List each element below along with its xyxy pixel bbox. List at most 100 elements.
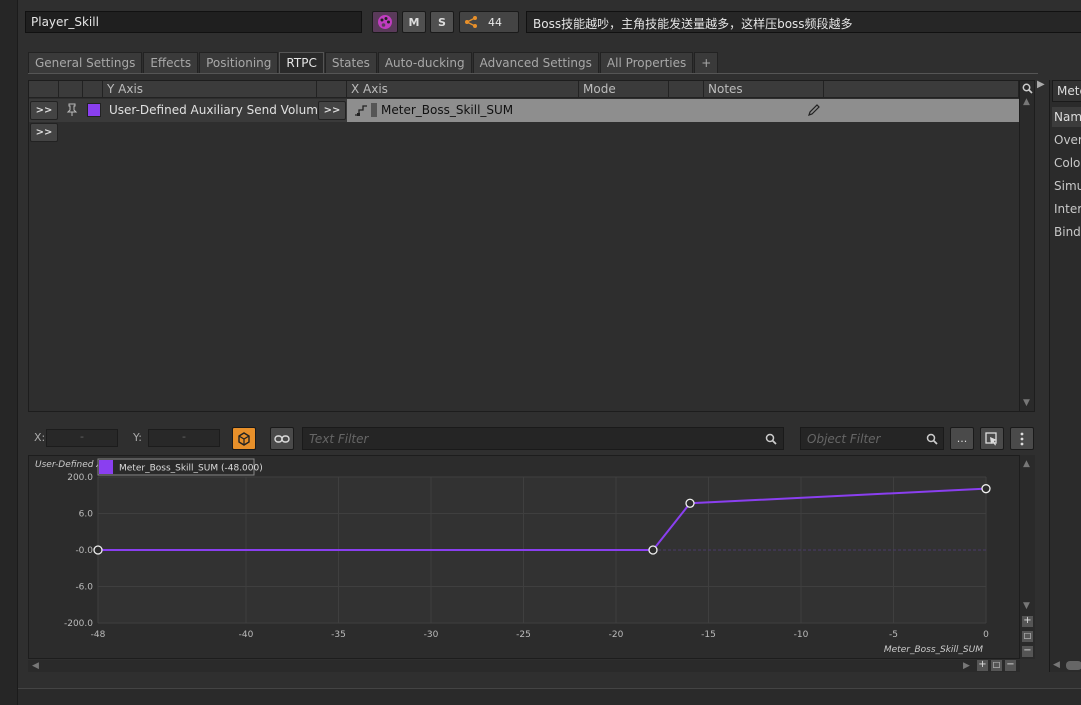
zoom-in-y-button[interactable]: + (1022, 616, 1033, 627)
y-axis-picker-button[interactable]: >> (318, 101, 346, 120)
zoom-out-y-button[interactable]: − (1022, 646, 1033, 657)
tab-advanced-settings[interactable]: Advanced Settings (472, 52, 599, 73)
y-tick-label: -200.0 (64, 619, 93, 629)
rtpc-graph[interactable]: -48 -40 -35 -30 -25 -20 -15 -10 -5 0 200.0 6.0 -0.0… (28, 455, 1020, 659)
rtpc-graph-canvas[interactable]: -48 -40 -35 -30 -25 -20 -15 -10 -5 0 200.0 6.0 -0.0… (29, 456, 1021, 660)
edit-pencil-icon[interactable] (807, 103, 821, 117)
header-y-axis[interactable]: Y Axis (103, 81, 317, 98)
tab-general-settings[interactable]: General Settings (28, 52, 143, 73)
mute-button[interactable]: M (402, 11, 426, 33)
graph-options-button[interactable] (1010, 427, 1034, 450)
zoom-fit-y-button[interactable]: □ (1022, 631, 1033, 642)
x-tick-label: -25 (516, 630, 531, 640)
tab-rtpc[interactable]: RTPC (279, 52, 324, 73)
object-filter-search-icon[interactable] (926, 433, 938, 445)
x-tick-label: -30 (424, 630, 439, 640)
pin-icon[interactable] (66, 103, 78, 117)
palette-icon (378, 15, 392, 29)
view-selection-button[interactable] (980, 427, 1004, 450)
y-coordinate-field[interactable]: - (148, 429, 220, 447)
header-x-axis[interactable]: X Axis (347, 81, 579, 98)
rtpc-table: Y Axis X Axis Mode Notes >> User-Defined… (28, 80, 1035, 412)
curve-control-point[interactable] (685, 498, 695, 508)
object-filter-browse-button[interactable]: ... (950, 427, 974, 450)
y-axis-property[interactable]: User-Defined Auxiliary Send Volume 0 (109, 103, 337, 117)
link-button[interactable] (270, 427, 294, 450)
left-dock-strip (0, 0, 18, 705)
x-tick-label: -35 (331, 630, 346, 640)
references-button[interactable]: 44 (459, 11, 519, 33)
y-axis-label: User-Defined Au (35, 460, 109, 470)
row-expand-button[interactable]: >> (30, 101, 58, 120)
tab-divider (28, 73, 1038, 74)
bottom-bar (18, 688, 1081, 705)
zoom-in-x-button[interactable]: + (977, 660, 988, 671)
sync-objects-button[interactable] (232, 427, 256, 450)
right-item-override[interactable]: Over (1054, 133, 1081, 147)
text-filter-input[interactable]: Text Filter (302, 427, 784, 450)
color-palette-button[interactable] (372, 11, 398, 33)
text-filter-search-icon[interactable] (765, 433, 777, 445)
selection-view-icon (985, 431, 997, 445)
object-filter-input[interactable]: Object Filter (800, 427, 944, 450)
header-mode[interactable]: Mode (579, 81, 669, 98)
graph-horizontal-scrollbar[interactable]: ◀ ▶ + □ − (28, 660, 1020, 672)
object-header: Player_Skill M S 44 Boss技能越吵，主角技能发送量越多，这… (22, 8, 1081, 36)
search-icon[interactable] (1022, 83, 1033, 94)
right-item-simulation[interactable]: Simu (1054, 179, 1081, 193)
right-item-interpolation[interactable]: Inter (1054, 202, 1081, 216)
notes-field[interactable]: Boss技能越吵，主角技能发送量越多，这样压boss频段越多 (526, 11, 1081, 33)
zoom-fit-x-button[interactable]: □ (991, 660, 1002, 671)
tab-all-properties[interactable]: All Properties (599, 52, 694, 73)
graph-scroll-right-icon[interactable]: ▶ (963, 661, 970, 671)
table-vertical-scrollbar[interactable]: ▲ ▼ (1019, 81, 1034, 411)
table-row[interactable]: >> User-Defined Auxiliary Send Volume 0 … (29, 99, 1019, 122)
graph-toolbar: X: - Y: - Text Filter Object Filter ... (28, 425, 1035, 453)
x-coordinate-label: X: (34, 431, 46, 444)
curve-control-point[interactable] (93, 545, 103, 555)
x-tick-label: -5 (889, 630, 898, 640)
y-coordinate-label: Y: (133, 431, 142, 444)
x-tick-label: -15 (701, 630, 716, 640)
right-item-color[interactable]: Colo (1054, 156, 1081, 170)
x-tick-label: -40 (239, 630, 254, 640)
curve-control-point[interactable] (981, 484, 991, 494)
share-network-icon (465, 16, 477, 28)
right-item-bind[interactable]: Bind (1054, 225, 1081, 239)
object-name-field[interactable]: Player_Skill (25, 11, 362, 33)
header-notes[interactable]: Notes (704, 81, 824, 98)
x-axis-cell[interactable]: Meter_Boss_Skill_SUM (347, 99, 1019, 122)
curve-color-swatch[interactable] (87, 103, 101, 117)
graph-scroll-down-icon[interactable]: ▼ (1023, 601, 1030, 611)
right-properties-panel: Mete Nam Over Colo Simu Inter Bind ◀ (1049, 80, 1081, 672)
right-panel-scroll-thumb[interactable] (1066, 661, 1081, 670)
graph-scroll-up-icon[interactable]: ▲ (1023, 459, 1030, 469)
right-panel-title[interactable]: Mete (1052, 80, 1081, 102)
add-rtpc-button[interactable]: >> (30, 123, 58, 142)
y-tick-label: 200.0 (67, 473, 93, 483)
right-item-name[interactable]: Nam (1054, 110, 1081, 124)
tab-positioning[interactable]: Positioning (199, 52, 279, 73)
tab-add[interactable]: + (694, 52, 719, 73)
tab-effects[interactable]: Effects (143, 52, 199, 73)
legend-label: Meter_Boss_Skill_SUM (-48.000) (119, 464, 263, 474)
scroll-up-icon[interactable]: ▲ (1023, 97, 1030, 107)
header-expand (29, 81, 59, 98)
tab-states[interactable]: States (324, 52, 377, 73)
x-axis-parameter[interactable]: Meter_Boss_Skill_SUM (381, 103, 513, 117)
right-panel-scroll-left-icon[interactable]: ◀ (1053, 660, 1060, 670)
y-tick-label: 6.0 (79, 510, 94, 520)
solo-button[interactable]: S (430, 11, 454, 33)
x-coordinate-field[interactable]: - (46, 429, 118, 447)
expand-right-icon[interactable]: ▶ (1037, 79, 1045, 90)
y-tick-label: -6.0 (75, 583, 93, 593)
scroll-down-icon[interactable]: ▼ (1023, 398, 1030, 408)
curve-control-point[interactable] (648, 545, 658, 555)
graph-scroll-left-icon[interactable]: ◀ (32, 661, 39, 671)
x-tick-label: -20 (609, 630, 624, 640)
graph-vertical-scrollbar[interactable]: ▲ ▼ + □ − (1020, 455, 1035, 659)
zoom-out-x-button[interactable]: − (1005, 660, 1016, 671)
tab-auto-ducking[interactable]: Auto-ducking (377, 52, 472, 73)
x-tick-label: 0 (983, 630, 989, 640)
header-blank (669, 81, 704, 98)
